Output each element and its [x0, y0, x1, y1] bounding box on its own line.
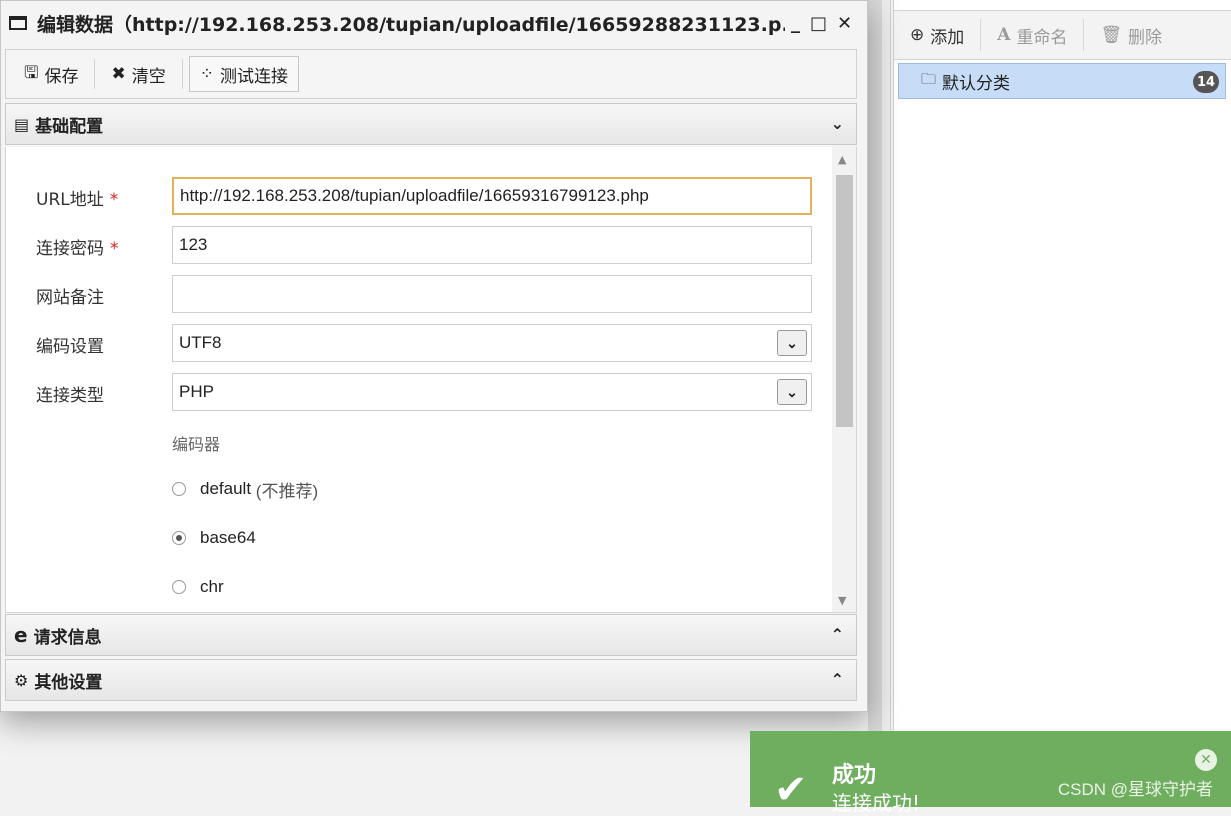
- toast-message: 连接成功!: [832, 791, 921, 815]
- form-scrollbar[interactable]: ▲ ▼: [832, 147, 856, 612]
- rename-label: 重命名: [1016, 27, 1068, 48]
- required-mark: *: [109, 190, 119, 210]
- font-icon: A: [997, 25, 1011, 45]
- save-label: 保存: [44, 66, 79, 87]
- section-request-info[interactable]: e 请求信息 ⌃: [5, 614, 857, 656]
- scroll-up-icon[interactable]: ▲: [838, 153, 846, 166]
- type-value: PHP: [179, 382, 214, 401]
- encoder-option-chr[interactable]: chr: [172, 572, 224, 602]
- encoder-note: (不推荐): [255, 481, 319, 501]
- delete-category-button[interactable]: 🗑 删除: [1084, 19, 1178, 51]
- chevron-down-icon: ⌄: [830, 114, 844, 133]
- encoding-value: UTF8: [179, 333, 222, 352]
- test-connection-button[interactable]: ⁘ 测试连接: [188, 56, 299, 92]
- delete-label: 删除: [1128, 27, 1163, 48]
- encoder-name: chr: [200, 577, 224, 596]
- chevron-up-icon: ⌃: [830, 625, 844, 644]
- gears-icon: ⚙: [14, 670, 29, 690]
- encoder-name: default: [200, 479, 252, 498]
- password-label: 连接密码 *: [36, 239, 119, 259]
- save-icon: 🖫: [24, 62, 39, 83]
- category-count-badge: 14: [1193, 71, 1219, 93]
- basic-config-form: URL地址 * http://192.168.253.208/tupian/upl…: [5, 147, 857, 613]
- scroll-down-icon[interactable]: ▼: [838, 594, 846, 607]
- radio-button[interactable]: [172, 580, 186, 594]
- watermark: CSDN @星球守护者: [1057, 780, 1213, 799]
- add-category-button[interactable]: ⊕ 添加: [894, 19, 982, 51]
- category-item-default[interactable]: 🗀 默认分类 14: [898, 63, 1226, 99]
- trash-icon: 🗑: [1100, 25, 1123, 45]
- dialog-title: 编辑数据（http://192.168.253.208/tupian/uploa…: [37, 13, 785, 36]
- encoder-label: 编码器: [172, 435, 221, 454]
- checkmark-icon: ✔: [774, 767, 808, 813]
- type-label: 连接类型: [36, 386, 104, 406]
- ie-icon: e: [14, 623, 28, 647]
- clear-button[interactable]: ✖ 清空: [101, 56, 175, 92]
- section-basic-title: 基础配置: [35, 116, 104, 137]
- password-input[interactable]: 123: [172, 226, 812, 264]
- encoder-option-base64[interactable]: base64: [172, 523, 256, 553]
- radio-button-checked[interactable]: [172, 531, 186, 545]
- minimize-button[interactable]: _: [791, 13, 800, 34]
- clear-label: 清空: [131, 66, 166, 87]
- note-label: 网站备注: [36, 288, 104, 308]
- note-input[interactable]: [172, 275, 812, 313]
- edit-data-dialog: 编辑数据（http://192.168.253.208/tupian/uploa…: [0, 0, 868, 712]
- chevron-down-icon[interactable]: ⌄: [777, 379, 807, 405]
- encoding-row: 编码设置 UTF8 ⌄: [6, 324, 836, 364]
- url-label: URL地址 *: [36, 190, 119, 210]
- close-button[interactable]: ✕: [837, 13, 852, 34]
- url-row: URL地址 * http://192.168.253.208/tupian/upl…: [6, 177, 836, 217]
- chevron-down-icon[interactable]: ⌄: [777, 330, 807, 356]
- required-mark: *: [110, 239, 119, 259]
- success-toast: ✔ 成功 连接成功! ✕ CSDN @星球守护者: [750, 731, 1231, 815]
- section-basic-config[interactable]: ▤ 基础配置 ⌄: [5, 103, 857, 145]
- encoding-label: 编码设置: [36, 337, 104, 357]
- background-strip: [882, 0, 891, 807]
- encoder-name: base64: [200, 528, 256, 547]
- type-select[interactable]: PHP ⌄: [172, 373, 812, 411]
- close-x-icon: ✖: [111, 64, 126, 84]
- plus-circle-icon: ⊕: [910, 25, 925, 45]
- encoding-select[interactable]: UTF8 ⌄: [172, 324, 812, 362]
- type-row: 连接类型 PHP ⌄: [6, 373, 836, 413]
- test-label: 测试连接: [219, 66, 288, 87]
- folder-icon: 🗀: [921, 69, 937, 88]
- close-icon[interactable]: ✕: [1195, 749, 1217, 771]
- dialog-titlebar[interactable]: 编辑数据（http://192.168.253.208/tupian/uploa…: [1, 1, 867, 45]
- url-input[interactable]: http://192.168.253.208/tupian/uploadfile…: [172, 177, 812, 215]
- chevron-up-icon: ⌃: [830, 670, 844, 689]
- dialog-toolbar: 🖫 保存 ✖ 清空 ⁘ 测试连接: [5, 49, 857, 99]
- section-other-title: 其他设置: [34, 672, 103, 693]
- password-row: 连接密码 * 123: [6, 226, 836, 266]
- maximize-button[interactable]: □: [810, 13, 827, 34]
- file-text-icon: ▤: [14, 114, 30, 134]
- toolbar-divider: [181, 59, 183, 89]
- toast-title: 成功: [832, 763, 877, 788]
- category-panel: ⊕ 添加 A 重命名 🗑 删除 🗀 默认分类 14: [893, 0, 1231, 807]
- scroll-thumb[interactable]: [836, 175, 853, 427]
- section-request-title: 请求信息: [33, 627, 102, 648]
- save-button[interactable]: 🖫 保存: [14, 56, 88, 92]
- background-strip: [868, 0, 882, 807]
- toolbar-divider: [94, 59, 96, 89]
- category-toolbar: ⊕ 添加 A 重命名 🗑 删除: [894, 10, 1231, 60]
- window-controls: _ □ ✕: [791, 13, 852, 34]
- note-row: 网站备注: [6, 275, 836, 315]
- radio-button[interactable]: [172, 482, 186, 496]
- add-label: 添加: [930, 27, 965, 48]
- spinner-icon: ⁘: [199, 64, 214, 84]
- rename-category-button[interactable]: A 重命名: [981, 19, 1085, 51]
- category-name: 默认分类: [942, 73, 1011, 94]
- encoder-option-default[interactable]: default (不推荐): [172, 474, 318, 504]
- window-icon: [9, 16, 27, 30]
- section-other-settings[interactable]: ⚙ 其他设置 ⌃: [5, 659, 857, 701]
